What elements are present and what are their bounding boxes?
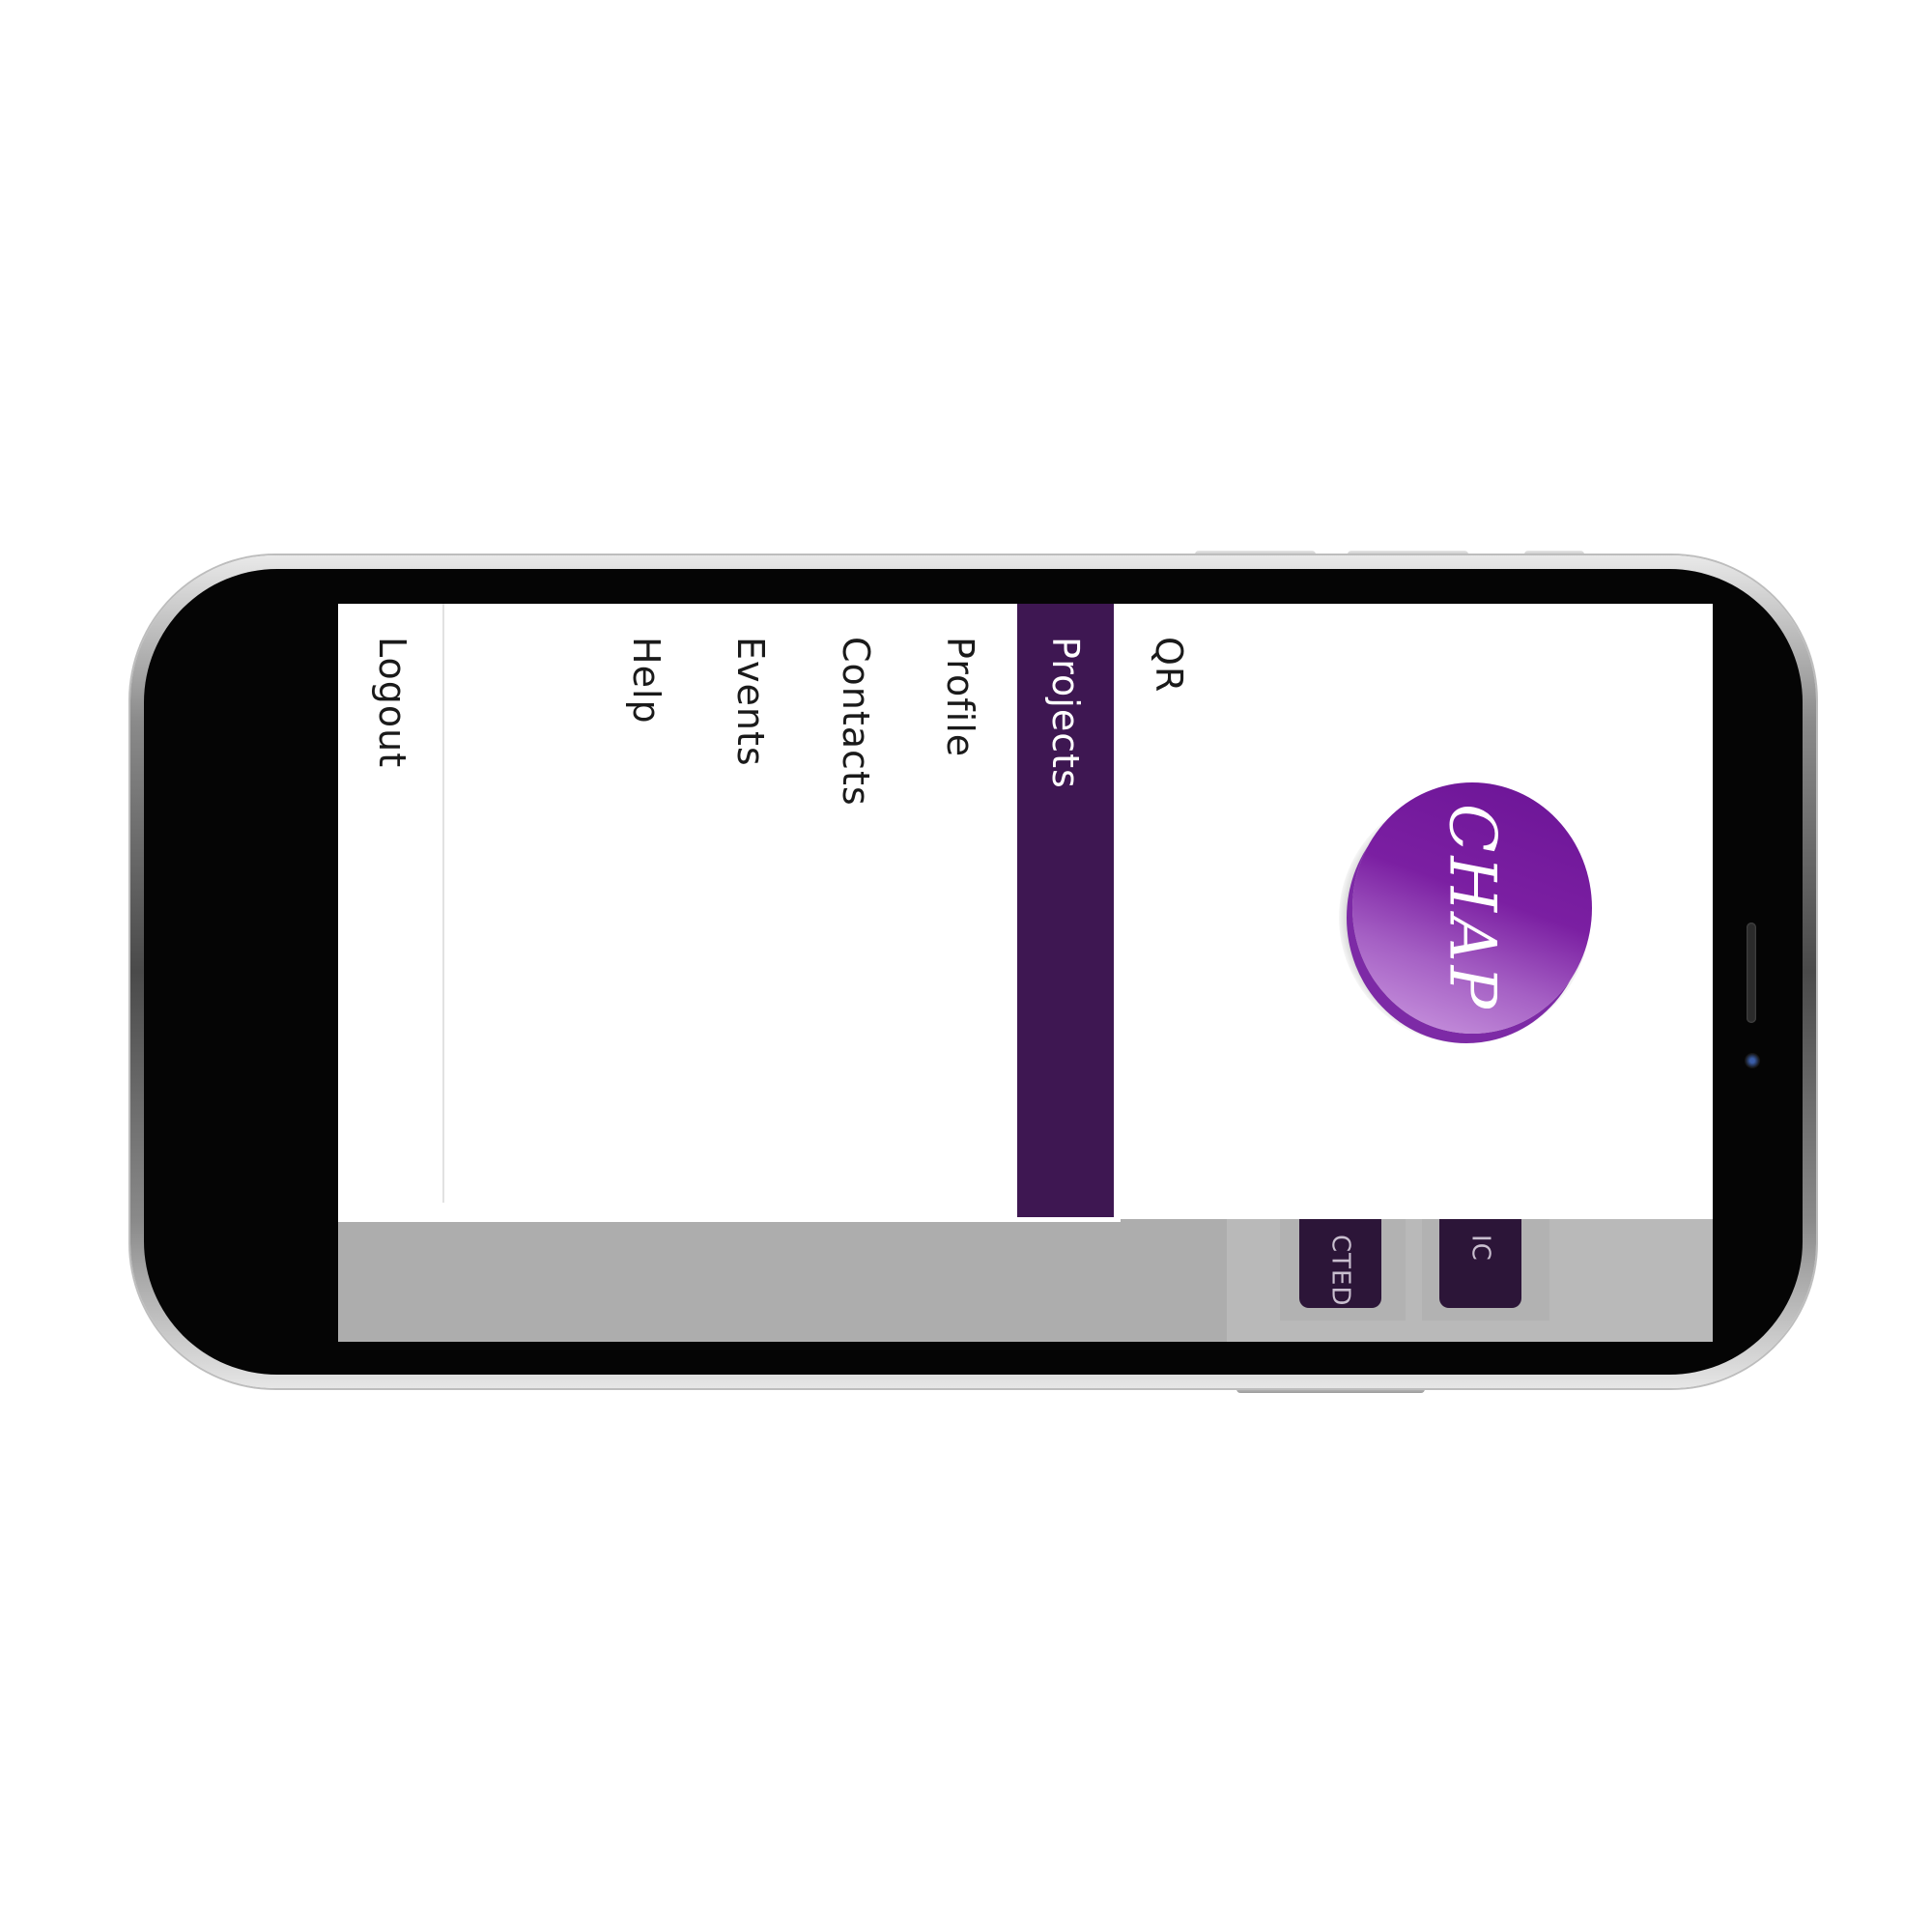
tab-label: CTED [1325,1235,1355,1307]
drawer-divider [442,604,444,1203]
menu-item-projects[interactable]: Projects [1017,604,1114,1217]
menu-item-help[interactable]: Help [598,604,695,1222]
app-screen: CTED IC QR Projects Profile Contacts Eve… [338,604,1713,1342]
menu-item-label: Events [729,637,772,767]
device-mockup: CTED IC QR Projects Profile Contacts Eve… [0,0,1932,1932]
menu-item-contacts[interactable]: Contacts [808,604,904,1222]
menu-item-label: Logout [371,637,413,769]
menu-item-label: Projects [1044,637,1087,789]
tab-public[interactable]: IC [1439,1219,1521,1308]
menu-item-label: Contacts [835,637,877,807]
menu-item-logout[interactable]: Logout [344,604,440,1222]
navigation-drawer: QR Projects Profile Contacts Events Help… [338,604,1190,1222]
earpiece-speaker [1747,923,1756,1023]
menu-item-label: QR [1148,637,1190,694]
menu-item-label: Help [625,637,668,724]
logo-text: CHAP [1435,803,1510,1013]
menu-item-events[interactable]: Events [702,604,799,1222]
menu-item-qr[interactable]: QR [1121,604,1217,1222]
chap-logo-button[interactable]: CHAP [1339,782,1592,1043]
menu-item-label: Profile [939,637,981,758]
tab-label: IC [1465,1235,1495,1262]
tab-bar: CTED IC [338,1219,1713,1342]
front-camera [1745,1053,1760,1068]
menu-item-profile[interactable]: Profile [912,604,1009,1222]
tab-selected[interactable]: CTED [1299,1219,1381,1308]
